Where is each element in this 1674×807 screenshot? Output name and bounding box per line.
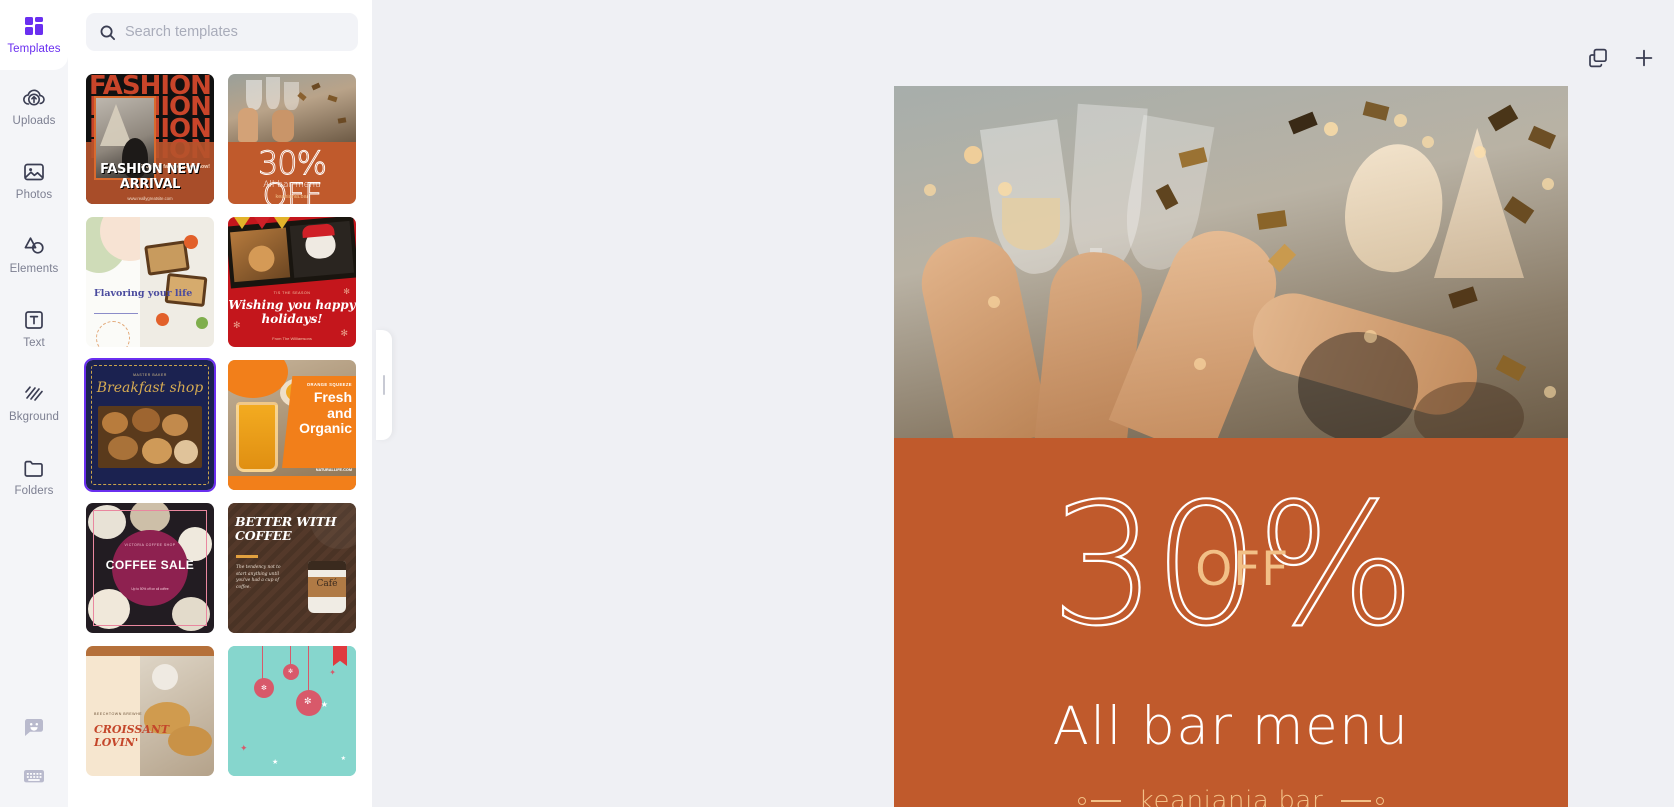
image-icon xyxy=(22,160,46,184)
template-card[interactable]: TIS THE SEASON Wishing you happy holiday… xyxy=(228,217,356,347)
duplicate-icon[interactable] xyxy=(1586,46,1610,70)
shapes-icon xyxy=(22,234,46,258)
sidebar-bottom-actions xyxy=(0,715,68,789)
template-footer: www.reallygreatsite.com xyxy=(127,196,173,201)
template-footer: Up to 50% off on all coffee xyxy=(131,587,169,591)
template-card[interactable]: FASHIONFASHIONFASHIONFASHION Shop our fa… xyxy=(86,74,214,204)
discount-row: 30 % OFF xyxy=(894,480,1568,650)
right-rule xyxy=(1341,797,1385,805)
template-title: CROISSANT LOVIN' xyxy=(94,723,170,749)
sidebar-item-photos[interactable]: Photos xyxy=(0,144,68,218)
canvas-toolbar xyxy=(1586,46,1656,70)
grid-icon xyxy=(22,14,46,38)
template-subtitle: VICTORIA COFFEE SHOP xyxy=(124,543,176,547)
site-name: keaniania.bar xyxy=(1138,786,1324,807)
template-photo xyxy=(140,217,214,347)
sidebar-item-label: Templates xyxy=(7,43,61,56)
left-sidebar: Templates Uploads Photos Elements Text B… xyxy=(0,0,68,807)
sidebar-item-label: Folders xyxy=(14,485,54,498)
stripes-icon xyxy=(22,382,46,406)
sidebar-item-label: Photos xyxy=(15,189,53,202)
template-subtitle: The tendency not to start anything until… xyxy=(236,565,281,590)
sidebar-item-templates[interactable]: Templates xyxy=(0,0,68,70)
template-card[interactable]: MASTER BAKER Breakfast shop xyxy=(84,358,216,492)
template-photo xyxy=(228,74,356,142)
templates-grid: www.wondershare.com ✦ ✦ FASHIONFASHIONFA… xyxy=(84,61,358,776)
panel-resize-handle[interactable] xyxy=(376,330,392,440)
template-subtitle: MASTER BAKER xyxy=(133,373,167,377)
template-card[interactable]: ✼ ✼ ✼ ✦ ★ ✦ ★ ★ xyxy=(228,646,356,776)
upload-cloud-icon xyxy=(22,86,46,110)
template-title: Breakfast shop xyxy=(96,380,204,396)
add-page-icon[interactable] xyxy=(1632,46,1656,70)
design-text-layer: 30 % OFF All bar menu keaniania.bar xyxy=(894,438,1568,807)
templates-panel: www.wondershare.com ✦ ✦ FASHIONFASHIONFA… xyxy=(68,0,372,807)
keyboard-icon[interactable] xyxy=(21,763,47,789)
template-title: Wishing you happy holidays! xyxy=(228,298,356,326)
design-photo xyxy=(894,86,1568,446)
template-card[interactable]: Flavoring your life xyxy=(86,217,214,347)
template-card[interactable]: ORANGE SQUEEZE Fresh and Organic NATURAL… xyxy=(228,360,356,490)
editor-app: Templates Uploads Photos Elements Text B… xyxy=(0,0,1674,807)
template-subtitle: TIS THE SEASON xyxy=(273,291,311,295)
sidebar-item-label: Uploads xyxy=(12,115,56,128)
template-card[interactable]: BEECHTOWN BREWHE CROISSANT LOVIN' xyxy=(86,646,214,776)
sidebar-item-bkground[interactable]: Bkground xyxy=(0,366,68,440)
template-title: BETTER WITH COFFEE xyxy=(235,514,337,544)
template-title: Fresh and Organic xyxy=(299,389,352,437)
template-subtitle: BEECHTOWN BREWHE xyxy=(94,712,143,716)
template-photo xyxy=(140,656,214,776)
template-footer: From The Williamsons xyxy=(272,336,312,341)
sidebar-item-label: Elements xyxy=(9,263,59,276)
off-label: OFF xyxy=(1195,541,1290,597)
sidebar-item-text[interactable]: Text xyxy=(0,292,68,366)
template-title: FASHION NEW ARRIVAL xyxy=(100,162,200,192)
search-input[interactable] xyxy=(125,24,345,40)
search-box[interactable] xyxy=(86,13,358,51)
template-footer: NATURALLIFE.COM xyxy=(315,468,352,472)
template-subtitle: ORANGE SQUEEZE xyxy=(306,382,352,387)
template-card[interactable]: VICTORIA COFFEE SHOP COFFEE SALE Up to 5… xyxy=(86,503,214,633)
template-photo xyxy=(98,406,202,468)
template-card[interactable]: 30% OFF All bar menu keaniania.bar xyxy=(228,74,356,204)
templates-scroll-area[interactable]: www.wondershare.com ✦ ✦ FASHIONFASHIONFA… xyxy=(68,61,372,807)
template-title: Flavoring your life xyxy=(94,288,193,299)
text-box-icon xyxy=(22,308,46,332)
template-footer: keaniania.bar xyxy=(275,194,309,200)
search-icon xyxy=(99,24,116,41)
chat-smiley-icon[interactable] xyxy=(21,715,47,741)
sidebar-item-label: Text xyxy=(23,337,45,350)
sidebar-item-uploads[interactable]: Uploads xyxy=(0,70,68,144)
sidebar-item-elements[interactable]: Elements xyxy=(0,218,68,292)
sidebar-item-label: Bkground xyxy=(8,411,60,424)
template-footer: Café xyxy=(316,579,338,589)
sidebar-item-folders[interactable]: Folders xyxy=(0,440,68,514)
left-rule xyxy=(1077,797,1121,805)
template-title: COFFEE SALE xyxy=(105,558,195,572)
subline-text: All bar menu xyxy=(1052,696,1410,757)
template-card[interactable]: BETTER WITH COFFEE The tendency not to s… xyxy=(228,503,356,633)
folder-icon xyxy=(22,456,46,480)
template-subtitle: All bar menu xyxy=(263,180,321,190)
design-canvas[interactable]: 30 % OFF All bar menu keaniania.bar xyxy=(894,86,1568,807)
site-row: keaniania.bar xyxy=(894,786,1568,807)
search-container xyxy=(68,0,372,61)
canvas-stage: 30 % OFF All bar menu keaniania.bar xyxy=(372,0,1674,807)
